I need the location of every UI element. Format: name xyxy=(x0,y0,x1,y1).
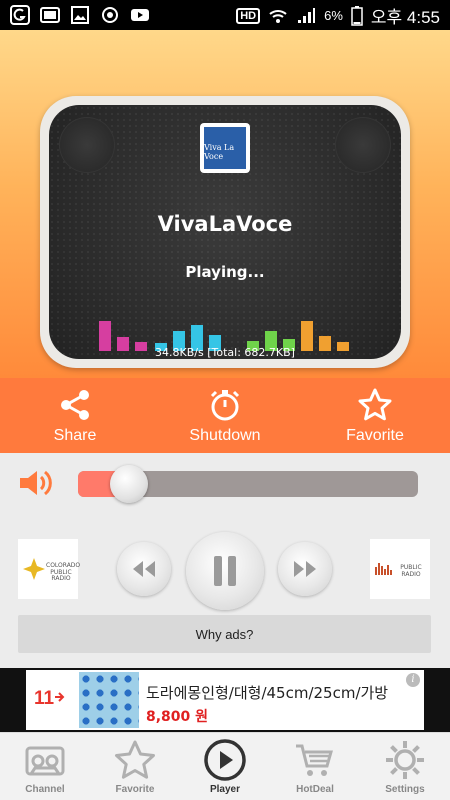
ad-banner[interactable]: 11 도라에몽인형/대형/45cm/25cm/가방 8,800 원 i xyxy=(0,668,450,732)
battery-percent: 6% xyxy=(324,8,343,23)
gear-icon xyxy=(386,741,424,779)
hd-badge: HD xyxy=(236,7,261,24)
speaker-display: Viva La Voce VivaLaVoce Playing... 34.8K… xyxy=(49,105,401,359)
star-icon xyxy=(358,388,392,420)
share-button[interactable]: Share xyxy=(0,378,150,453)
rewind-button[interactable] xyxy=(117,542,171,596)
image-icon xyxy=(71,6,89,24)
cart-icon xyxy=(296,744,333,776)
ad-brand-logo: 11 xyxy=(34,688,66,710)
nav-hotdeal-label: HotDeal xyxy=(296,784,334,795)
player-area: Viva La Voce VivaLaVoce Playing... 34.8K… xyxy=(0,30,450,378)
station-logo-image: Viva La Voce xyxy=(204,127,246,169)
sponsor-left-text: COLORADO PUBLIC RADIO xyxy=(46,562,81,583)
battery-icon xyxy=(351,5,363,26)
fast-forward-icon xyxy=(294,561,316,577)
nav-settings[interactable]: Settings xyxy=(360,733,450,800)
volume-slider-thumb[interactable] xyxy=(110,465,148,503)
play-icon xyxy=(204,739,246,781)
share-icon xyxy=(61,389,89,420)
star-icon xyxy=(115,740,155,779)
fast-forward-button[interactable] xyxy=(278,542,332,596)
favorite-label: Favorite xyxy=(346,426,404,444)
ad-info-icon[interactable]: i xyxy=(406,673,420,687)
clock: 오후 4:55 xyxy=(370,8,440,27)
speaker-grill-left xyxy=(59,117,115,173)
station-name: VivaLaVoce xyxy=(157,212,293,236)
public-radio-logo-icon xyxy=(375,563,392,575)
sponsor-logo-right[interactable]: PUBLIC RADIO xyxy=(370,539,430,599)
youtube-icon xyxy=(131,9,149,21)
ad-product-image xyxy=(79,672,139,728)
speaker-frame: Viva La Voce VivaLaVoce Playing... 34.8K… xyxy=(40,96,410,368)
station-logo: Viva La Voce xyxy=(200,123,250,173)
speaker-grill-right xyxy=(335,117,391,173)
shutdown-timer-button[interactable]: Shutdown xyxy=(150,378,300,453)
bottom-navigation: Channel Favorite Player HotDeal Settings xyxy=(0,732,450,800)
notification-icons xyxy=(10,5,150,25)
equalizer-visualizer xyxy=(99,301,359,351)
nav-favorite-label: Favorite xyxy=(115,784,155,795)
ad-brand-text: 11 xyxy=(34,688,55,709)
colorado-logo-icon xyxy=(23,558,45,580)
rewind-icon xyxy=(133,561,155,577)
radio-icon xyxy=(25,746,65,776)
pause-icon xyxy=(214,556,236,586)
control-panel: COLORADO PUBLIC RADIO PUBLIC RADIO Why a… xyxy=(0,453,450,668)
nav-hotdeal[interactable]: HotDeal xyxy=(270,733,360,800)
status-bar: HD 6% 오후 4:55 xyxy=(0,0,450,30)
bitrate-readout: 34.8KB/s [Total: 682.7KB] xyxy=(155,346,295,359)
app-g-icon xyxy=(10,5,30,25)
nav-channel[interactable]: Channel xyxy=(0,733,90,800)
wifi-icon xyxy=(269,9,287,23)
volume-icon[interactable] xyxy=(18,468,54,498)
nav-player-label: Player xyxy=(209,784,241,795)
why-ads-button[interactable]: Why ads? xyxy=(18,615,431,653)
sponsor-right-text: PUBLIC RADIO xyxy=(400,564,422,578)
brand-arrow-icon xyxy=(55,692,65,702)
shutdown-label: Shutdown xyxy=(189,426,261,444)
action-bar: Share Shutdown Favorite xyxy=(0,378,450,453)
signal-icon xyxy=(298,7,316,23)
nav-channel-label: Channel xyxy=(25,784,65,795)
playback-status: Playing... xyxy=(185,263,265,281)
pause-button[interactable] xyxy=(186,532,264,610)
nav-player[interactable]: Player xyxy=(180,733,270,800)
timer-icon xyxy=(210,389,240,420)
favorite-button[interactable]: Favorite xyxy=(300,378,450,453)
nav-favorite[interactable]: Favorite xyxy=(90,733,180,800)
ad-banner-content[interactable]: 11 도라에몽인형/대형/45cm/25cm/가방 8,800 원 i xyxy=(26,670,424,730)
system-indicators: HD 6% 오후 4:55 xyxy=(236,3,440,28)
sponsor-logo-left[interactable]: COLORADO PUBLIC RADIO xyxy=(18,539,81,599)
ad-price: 8,800 원 xyxy=(146,709,209,725)
sync-icon xyxy=(102,7,118,23)
volume-slider[interactable] xyxy=(78,465,418,503)
ad-title: 도라에몽인형/대형/45cm/25cm/가방 xyxy=(146,684,389,702)
media-icon xyxy=(40,7,60,23)
share-label: Share xyxy=(53,426,97,444)
nav-settings-label: Settings xyxy=(385,784,425,795)
